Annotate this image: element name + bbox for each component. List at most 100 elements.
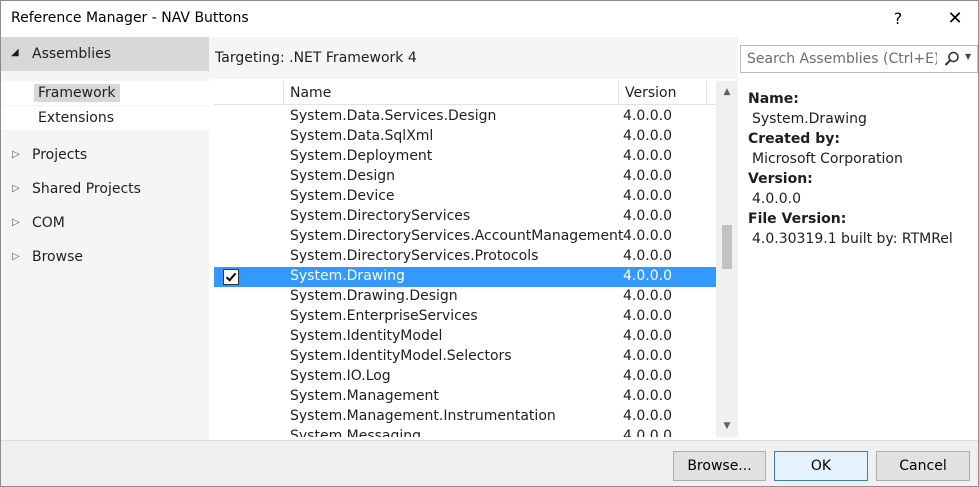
grid-scrollbar[interactable]: ▲ ▼ bbox=[716, 81, 738, 437]
table-row[interactable]: System.EnterpriseServices 4.0.0.0 bbox=[214, 307, 716, 327]
nav-item-label: Shared Projects bbox=[32, 181, 141, 197]
name-column-header[interactable]: Name bbox=[284, 81, 619, 105]
browse-button[interactable]: Browse... bbox=[673, 451, 766, 481]
table-row[interactable]: System.Data.SqlXml 4.0.0.0 bbox=[214, 127, 716, 147]
table-row[interactable]: System.Deployment 4.0.0.0 bbox=[214, 147, 716, 167]
scroll-up-icon[interactable]: ▲ bbox=[716, 83, 738, 101]
checkbox[interactable] bbox=[223, 229, 239, 245]
checkbox[interactable] bbox=[223, 109, 239, 125]
assembly-version: 4.0.0.0 bbox=[623, 168, 672, 184]
assembly-version: 4.0.0.0 bbox=[623, 328, 672, 344]
nav-item-browse[interactable]: ▷ Browse bbox=[1, 245, 209, 271]
assembly-name: System.Data.SqlXml bbox=[290, 128, 434, 144]
assembly-version: 4.0.0.0 bbox=[623, 308, 672, 324]
checkbox[interactable] bbox=[223, 369, 239, 385]
assembly-name: System.DirectoryServices bbox=[290, 208, 471, 224]
table-row[interactable]: System.IO.Log 4.0.0.0 bbox=[214, 367, 716, 387]
table-row[interactable]: System.Messaging 4.0.0.0 bbox=[214, 427, 716, 437]
assembly-version: 4.0.0.0 bbox=[623, 208, 672, 224]
search-input[interactable] bbox=[741, 46, 937, 72]
detail-name-value: System.Drawing bbox=[752, 111, 867, 127]
nav-item-com[interactable]: ▷ COM bbox=[1, 211, 209, 237]
checkbox[interactable] bbox=[223, 329, 239, 345]
table-row[interactable]: System.Management.Instrumentation 4.0.0.0 bbox=[214, 407, 716, 427]
collapsed-triangle-icon[interactable]: ▷ bbox=[12, 251, 20, 262]
checkbox-column-header[interactable] bbox=[214, 81, 284, 105]
table-row[interactable]: System.DirectoryServices.Protocols 4.0.0.… bbox=[214, 247, 716, 267]
table-row[interactable]: System.Drawing.Design 4.0.0.0 bbox=[214, 287, 716, 307]
assembly-name: System.Drawing.Design bbox=[290, 288, 458, 304]
detail-version-label: Version: bbox=[748, 171, 813, 187]
checkbox[interactable] bbox=[223, 249, 239, 265]
table-row[interactable]: System.DirectoryServices 4.0.0.0 bbox=[214, 207, 716, 227]
assembly-version: 4.0.0.0 bbox=[623, 148, 672, 164]
nav-subitem-framework[interactable]: Framework bbox=[1, 81, 209, 105]
assembly-name: System.IdentityModel bbox=[290, 328, 443, 344]
details-pane: Name: System.Drawing Created by: Microso… bbox=[738, 81, 978, 437]
checkbox[interactable] bbox=[223, 129, 239, 145]
checkbox[interactable] bbox=[223, 309, 239, 325]
detail-created-value: Microsoft Corporation bbox=[752, 151, 903, 167]
checkbox[interactable] bbox=[223, 169, 239, 185]
search-icon[interactable] bbox=[943, 50, 961, 68]
assembly-version: 4.0.0.0 bbox=[623, 348, 672, 364]
checkbox[interactable] bbox=[223, 389, 239, 405]
detail-version-value: 4.0.0.0 bbox=[752, 191, 801, 207]
close-button[interactable]: ✕ bbox=[932, 1, 978, 35]
nav-item-projects[interactable]: ▷ Projects bbox=[1, 143, 209, 169]
checkbox[interactable] bbox=[223, 149, 239, 165]
window-title: Reference Manager - NAV Buttons bbox=[11, 10, 249, 26]
nav-item-label: Assemblies bbox=[32, 46, 111, 62]
table-row[interactable]: System.IdentityModel 4.0.0.0 bbox=[214, 327, 716, 347]
nav-subitem-label: Framework bbox=[34, 84, 120, 102]
cancel-button[interactable]: Cancel bbox=[876, 451, 970, 481]
assembly-name: System.Data.Services.Design bbox=[290, 108, 497, 124]
assembly-version: 4.0.0.0 bbox=[623, 288, 672, 304]
collapsed-triangle-icon[interactable]: ▷ bbox=[12, 149, 20, 160]
checkbox[interactable] bbox=[223, 409, 239, 425]
checkbox[interactable] bbox=[223, 429, 239, 437]
nav-item-label: COM bbox=[32, 215, 65, 231]
nav-item-assemblies[interactable]: ◢ Assemblies bbox=[1, 37, 209, 71]
version-column-header[interactable]: Version bbox=[619, 81, 707, 105]
assembly-version: 4.0.0.0 bbox=[623, 248, 672, 264]
expanded-triangle-icon[interactable]: ◢ bbox=[11, 47, 19, 58]
checkbox[interactable] bbox=[223, 349, 239, 365]
table-row[interactable]: System.Drawing 4.0.0.0 bbox=[214, 267, 716, 287]
targeting-label: Targeting: .NET Framework 4 bbox=[215, 50, 417, 66]
nav-subitem-extensions[interactable]: Extensions bbox=[1, 106, 209, 130]
nav-item-shared-projects[interactable]: ▷ Shared Projects bbox=[1, 177, 209, 203]
collapsed-triangle-icon[interactable]: ▷ bbox=[12, 217, 20, 228]
assembly-version: 4.0.0.0 bbox=[623, 268, 672, 284]
table-row[interactable]: System.Data.Services.Design 4.0.0.0 bbox=[214, 107, 716, 127]
scrollbar-thumb[interactable] bbox=[722, 225, 732, 269]
scroll-down-icon[interactable]: ▼ bbox=[716, 417, 738, 435]
table-row[interactable]: System.Management 4.0.0.0 bbox=[214, 387, 716, 407]
collapsed-triangle-icon[interactable]: ▷ bbox=[12, 183, 20, 194]
checkbox[interactable] bbox=[223, 289, 239, 305]
assembly-name: System.Deployment bbox=[290, 148, 433, 164]
checkmark-icon bbox=[223, 269, 239, 285]
grid-header: Name Version bbox=[214, 81, 716, 105]
assembly-version: 4.0.0.0 bbox=[623, 388, 672, 404]
checked-checkbox[interactable] bbox=[223, 269, 239, 285]
detail-file-version-label: File Version: bbox=[748, 211, 847, 227]
assembly-version: 4.0.0.0 bbox=[623, 408, 672, 424]
table-row[interactable]: System.Design 4.0.0.0 bbox=[214, 167, 716, 187]
ok-button[interactable]: OK bbox=[774, 451, 868, 481]
assembly-name: System.Drawing bbox=[290, 268, 405, 284]
assembly-name: System.DirectoryServices.AccountManageme… bbox=[290, 228, 624, 244]
assembly-name: System.Design bbox=[290, 168, 395, 184]
checkbox[interactable] bbox=[223, 209, 239, 225]
assembly-name: System.EnterpriseServices bbox=[290, 308, 478, 324]
search-box[interactable]: ▼ bbox=[740, 45, 978, 73]
checkbox[interactable] bbox=[223, 189, 239, 205]
table-row[interactable]: System.DirectoryServices.AccountManageme… bbox=[214, 227, 716, 247]
help-button[interactable]: ? bbox=[875, 1, 921, 35]
search-options-dropdown-icon[interactable]: ▼ bbox=[965, 52, 971, 61]
assembly-version: 4.0.0.0 bbox=[623, 228, 672, 244]
detail-created-label: Created by: bbox=[748, 131, 840, 147]
table-row[interactable]: System.Device 4.0.0.0 bbox=[214, 187, 716, 207]
left-navigation: ◢ Assemblies Framework Extensions ▷ Proj… bbox=[1, 37, 209, 440]
table-row[interactable]: System.IdentityModel.Selectors 4.0.0.0 bbox=[214, 347, 716, 367]
